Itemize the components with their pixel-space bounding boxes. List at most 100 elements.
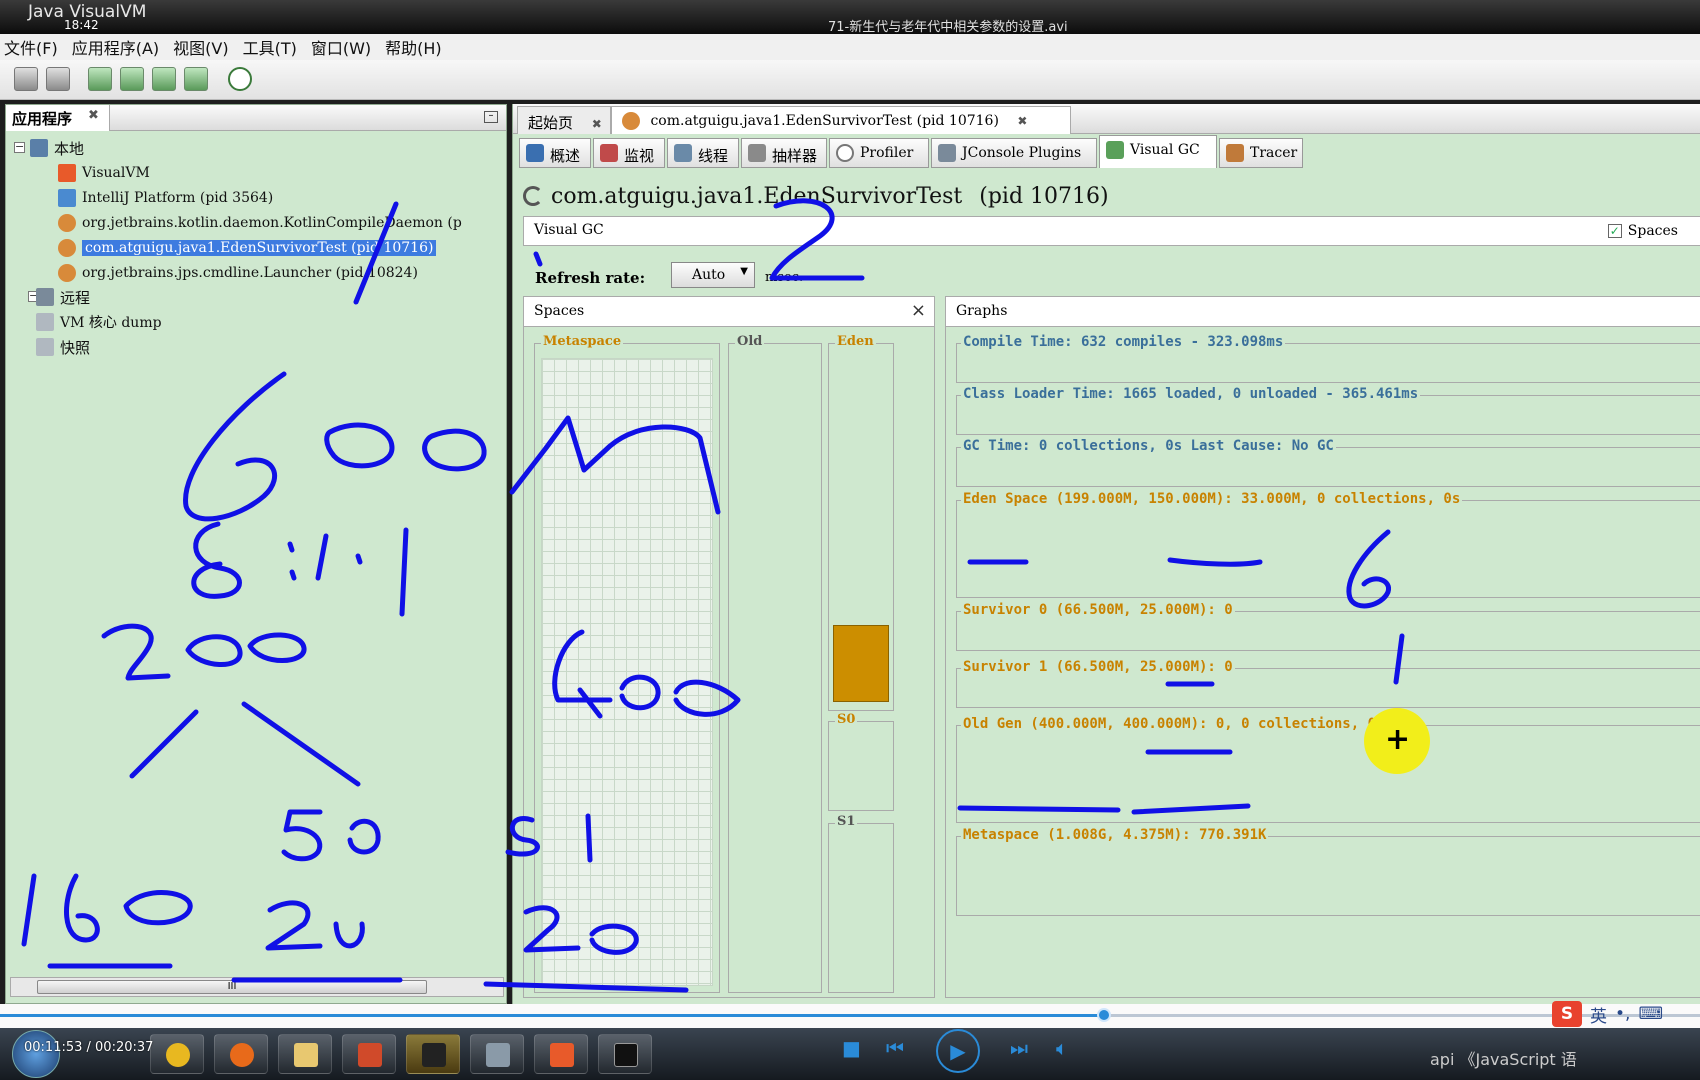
graph-survivor-0: Survivor 0 (66.500M, 25.000M): 0 xyxy=(956,602,1700,651)
menu-window[interactable]: 窗口(W) xyxy=(311,35,371,59)
tab-start-page[interactable]: 起始页 ✖ xyxy=(517,106,611,134)
taskbar-cmd[interactable] xyxy=(598,1034,652,1074)
tab-sampler[interactable]: 抽样器 xyxy=(741,138,827,168)
tree-visualvm[interactable]: VisualVM xyxy=(58,162,150,184)
taskbar-tool[interactable] xyxy=(470,1034,524,1074)
terminal-icon xyxy=(614,1043,638,1067)
visualvm-icon xyxy=(58,164,76,182)
tree-launcher[interactable]: org.jetbrains.jps.cmdline.Launcher (pid … xyxy=(58,262,418,284)
java-cup-icon xyxy=(622,112,640,130)
tab-process[interactable]: com.atguigu.java1.EdenSurvivorTest (pid … xyxy=(611,106,1071,134)
window-title-bar: Java VisualVM 18:42 71-新生代与老年代中相关参数的设置.a… xyxy=(0,0,1700,35)
tree-intellij[interactable]: IntelliJ Platform (pid 3564) xyxy=(58,187,273,209)
add-snapshot-icon[interactable] xyxy=(184,67,208,91)
tab-overview[interactable]: 概述 xyxy=(519,138,591,168)
tab-visual-gc[interactable]: Visual GC xyxy=(1099,135,1217,168)
checkbox-checked-icon[interactable]: ✓ xyxy=(1607,224,1622,238)
add-remote-host-icon[interactable] xyxy=(88,67,112,91)
video-seek-bar[interactable] xyxy=(0,1004,1700,1028)
load-snapshot-icon[interactable] xyxy=(14,67,38,91)
menu-tools[interactable]: 工具(T) xyxy=(243,35,297,59)
info-icon xyxy=(526,144,544,162)
intellij-icon xyxy=(58,189,76,207)
graphs-panel: Graphs Compile Time: 632 compiles - 323.… xyxy=(945,296,1700,998)
refresh-rate-select[interactable]: Auto ▼ xyxy=(671,262,755,288)
tab-jconsole-plugins[interactable]: JConsole Plugins xyxy=(931,138,1097,168)
snapshot-icon xyxy=(36,338,54,356)
main-panel: 起始页 ✖ com.atguigu.java1.EdenSurvivorTest… xyxy=(512,104,1700,1004)
taskbar-firefox[interactable] xyxy=(214,1034,268,1074)
old-label: Old xyxy=(735,334,765,349)
visual-gc-label: Visual GC xyxy=(534,222,604,238)
visual-gc-icon xyxy=(1106,141,1124,159)
applications-tab[interactable]: 应用程序 ✖ xyxy=(6,105,110,131)
scrollbar-thumb[interactable]: III xyxy=(37,980,427,994)
applications-tab-bar: 应用程序 ✖ – xyxy=(6,105,506,131)
tree-local[interactable]: 本地 xyxy=(30,137,84,159)
stop-icon[interactable]: ■ xyxy=(842,1036,861,1060)
close-icon[interactable]: ✖ xyxy=(1017,114,1027,128)
punctuation-icon[interactable]: •, xyxy=(1615,1004,1630,1024)
horizontal-scrollbar[interactable]: III xyxy=(10,977,504,997)
java-cup-icon xyxy=(58,214,76,232)
graph-metaspace: Metaspace (1.008G, 4.375M): 770.391K xyxy=(956,827,1700,916)
collapse-icon[interactable]: − xyxy=(14,141,25,153)
sogou-ime-icon[interactable]: S xyxy=(1552,1001,1582,1027)
folder-icon xyxy=(294,1043,318,1067)
playback-time: 00:11:53 / 00:20:37 xyxy=(24,1040,154,1055)
close-icon[interactable]: ✖ xyxy=(88,108,99,123)
network-icon xyxy=(36,288,54,306)
keyboard-icon[interactable]: ⌨ xyxy=(1638,1004,1663,1024)
ime-toolbar: S 英 •, ⌨ xyxy=(1552,1000,1663,1028)
play-button[interactable]: ▶ xyxy=(936,1029,980,1073)
menu-view[interactable]: 视图(V) xyxy=(173,35,228,59)
toolbar xyxy=(0,60,1700,100)
save-icon[interactable] xyxy=(46,67,70,91)
close-icon[interactable]: × xyxy=(911,300,926,321)
threads-icon xyxy=(674,144,692,162)
visual-gc-header: Visual GC ✓ Spaces xyxy=(523,216,1700,246)
tab-threads[interactable]: 线程 xyxy=(667,138,739,168)
volume-icon[interactable]: 🔈︎ xyxy=(1056,1036,1068,1060)
clock-icon xyxy=(836,144,854,162)
add-jmx-connection-icon[interactable] xyxy=(120,67,144,91)
tray-text: api 《JavaScript 语 xyxy=(1430,1050,1577,1069)
taskbar-intellij[interactable] xyxy=(406,1034,460,1074)
next-icon[interactable]: ⏭ xyxy=(1010,1036,1028,1060)
tab-monitor[interactable]: 监视 xyxy=(593,138,665,168)
taskbar-powerpoint[interactable] xyxy=(342,1034,396,1074)
spaces-header: Spaces × xyxy=(524,297,934,327)
tab-profiler[interactable]: Profiler xyxy=(829,138,929,168)
seek-handle[interactable] xyxy=(1097,1008,1111,1022)
taskbar-visualvm[interactable] xyxy=(534,1034,588,1074)
computer-icon xyxy=(30,139,48,157)
s1-label: S1 xyxy=(835,814,858,829)
tree-remote[interactable]: 远程 xyxy=(36,286,90,308)
tree-eden-survivor-test[interactable]: com.atguigu.java1.EdenSurvivorTest (pid … xyxy=(58,237,437,259)
eden-label: Eden xyxy=(835,334,876,349)
powerpoint-icon xyxy=(358,1043,382,1067)
graphs-title: Graphs xyxy=(956,303,1008,319)
java-cup-icon xyxy=(58,264,76,282)
refresh-rate-label: Refresh rate: xyxy=(535,269,646,287)
menu-file[interactable]: 文件(F) xyxy=(4,35,58,59)
tree-kotlin-daemon[interactable]: org.jetbrains.kotlin.daemon.KotlinCompil… xyxy=(58,212,462,234)
close-icon[interactable]: ✖ xyxy=(592,117,602,131)
spaces-checkbox[interactable]: ✓ Spaces xyxy=(1607,223,1678,239)
s1-box: S1 xyxy=(828,814,894,993)
add-core-dump-icon[interactable] xyxy=(152,67,176,91)
minimize-icon[interactable]: – xyxy=(484,111,498,123)
metaspace-label: Metaspace xyxy=(541,334,624,349)
menu-help[interactable]: 帮助(H) xyxy=(385,35,442,59)
clock: 18:42 xyxy=(64,18,99,32)
ime-mode[interactable]: 英 xyxy=(1590,1002,1607,1027)
screen: { "window": { "app_title": "Java VisualV… xyxy=(0,0,1700,1080)
tree-core-dump[interactable]: VM 核心 dump xyxy=(36,311,162,333)
gc-clock-icon[interactable] xyxy=(228,67,252,91)
tree-snapshot[interactable]: 快照 xyxy=(36,336,90,358)
taskbar-explorer[interactable] xyxy=(278,1034,332,1074)
previous-icon[interactable]: ⏮ xyxy=(886,1036,904,1060)
tab-tracer[interactable]: Tracer xyxy=(1219,138,1303,168)
menu-application[interactable]: 应用程序(A) xyxy=(72,35,159,59)
taskbar-chrome[interactable] xyxy=(150,1034,204,1074)
